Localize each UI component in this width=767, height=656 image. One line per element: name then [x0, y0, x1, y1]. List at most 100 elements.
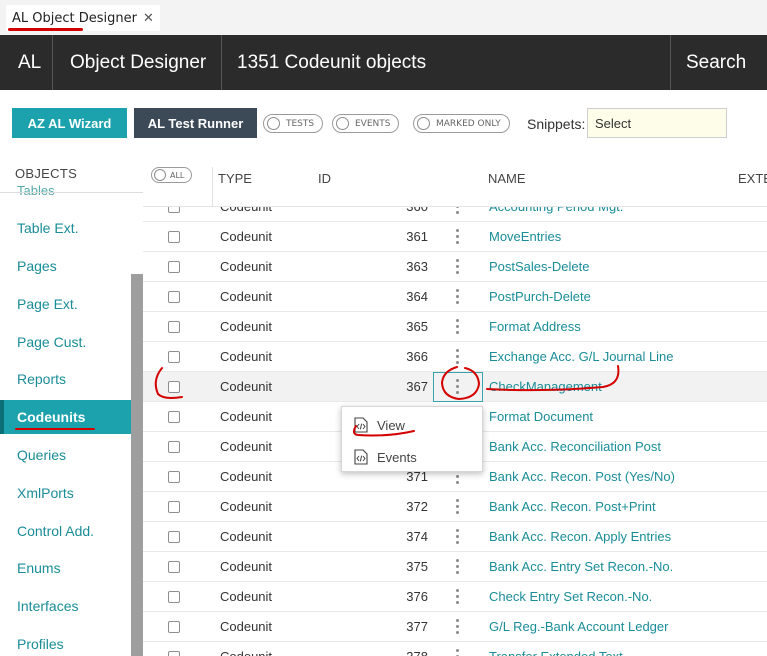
column-header-id[interactable]: ID [318, 171, 331, 186]
row-checkbox[interactable] [168, 501, 180, 513]
cell-name-link[interactable]: Transfer Extended Text [489, 649, 623, 656]
more-vertical-icon[interactable] [456, 528, 460, 546]
more-vertical-icon[interactable] [456, 258, 460, 276]
sidebar-item-xmlports[interactable]: XmlPorts [0, 476, 131, 510]
cell-name-link[interactable]: Check Entry Set Recon.-No. [489, 589, 652, 604]
sidebar-item-tables[interactable]: Tables [17, 183, 55, 198]
column-header-name[interactable]: NAME [488, 171, 526, 186]
table-row[interactable]: Codeunit 367 CheckManagement [143, 372, 767, 402]
cell-name-link[interactable]: Bank Acc. Entry Set Recon.-No. [489, 559, 673, 574]
table-row[interactable]: Codeunit 361 MoveEntries [143, 222, 767, 252]
context-menu-events[interactable]: Events [342, 441, 484, 473]
table-row[interactable]: Codeunit 366 Exchange Acc. G/L Journal Lin… [143, 342, 767, 372]
more-vertical-icon[interactable] [456, 498, 460, 516]
row-checkbox[interactable] [168, 231, 180, 243]
sidebar-item-queries[interactable]: Queries [0, 438, 131, 472]
context-menu-view[interactable]: View [342, 409, 484, 441]
sidebar-item-interfaces[interactable]: Interfaces [0, 589, 131, 623]
cell-name-link[interactable]: Exchange Acc. G/L Journal Line [489, 349, 674, 364]
table-row[interactable]: Codeunit 372 Bank Acc. Recon. Post+Print [143, 492, 767, 522]
cell-name-link[interactable]: Bank Acc. Recon. Post (Yes/No) [489, 469, 675, 484]
sidebar-item-profiles[interactable]: Profiles [0, 627, 131, 656]
table-row[interactable]: Codeunit 378 Transfer Extended Text [143, 642, 767, 656]
search-button[interactable]: Search [686, 35, 746, 90]
cell-type: Codeunit [220, 229, 273, 244]
cell-name-link[interactable]: Bank Acc. Recon. Post+Print [489, 499, 656, 514]
more-vertical-icon[interactable] [456, 588, 460, 606]
more-vertical-icon[interactable] [456, 318, 460, 336]
al-test-runner-button[interactable]: AL Test Runner [134, 108, 257, 138]
cell-name-link[interactable]: Bank Acc. Recon. Apply Entries [489, 529, 671, 544]
toggle-knob [417, 117, 430, 130]
sidebar-item-control-add[interactable]: Control Add. [0, 514, 131, 548]
cell-name-link[interactable]: Format Document [489, 409, 593, 424]
table-row[interactable]: Codeunit 375 Bank Acc. Entry Set Recon.-No… [143, 552, 767, 582]
more-vertical-icon[interactable] [456, 207, 460, 216]
sidebar-item-page-cust[interactable]: Page Cust. [0, 325, 131, 359]
cell-type: Codeunit [220, 259, 273, 274]
row-checkbox[interactable] [168, 351, 180, 363]
table-row[interactable]: Codeunit 374 Bank Acc. Recon. Apply Entrie… [143, 522, 767, 552]
sidebar-item-reports[interactable]: Reports [0, 362, 131, 396]
more-vertical-icon[interactable] [456, 558, 460, 576]
row-checkbox[interactable] [168, 321, 180, 333]
row-checkbox[interactable] [168, 207, 180, 213]
sidebar-item-pages[interactable]: Pages [0, 249, 131, 283]
more-vertical-icon[interactable] [456, 648, 460, 656]
sidebar-item-enums[interactable]: Enums [0, 551, 131, 585]
table-row[interactable]: Codeunit 377 G/L Reg.-Bank Account Ledger [143, 612, 767, 642]
cell-name-link[interactable]: Accounting Period Mgt. [489, 207, 623, 214]
column-header-extension[interactable]: EXTE [738, 171, 767, 186]
cell-id: 364 [406, 289, 428, 304]
cell-name-link[interactable]: CheckManagement [489, 379, 602, 394]
row-checkbox[interactable] [168, 531, 180, 543]
cell-id: 367 [406, 379, 428, 394]
cell-name-link[interactable]: Bank Acc. Reconciliation Post [489, 439, 661, 454]
more-vertical-icon[interactable] [456, 288, 460, 306]
marked-only-toggle[interactable]: MARKED ONLY [413, 114, 510, 133]
snippets-select[interactable]: Select [587, 108, 727, 138]
cell-name-link[interactable]: MoveEntries [489, 229, 561, 244]
events-toggle[interactable]: EVENTS [332, 114, 400, 133]
cell-id: 374 [406, 529, 428, 544]
az-al-wizard-button[interactable]: AZ AL Wizard [12, 108, 127, 138]
table-row[interactable]: Codeunit 364 PostPurch-Delete [143, 282, 767, 312]
more-vertical-icon[interactable] [456, 228, 460, 246]
row-checkbox[interactable] [168, 261, 180, 273]
row-checkbox[interactable] [168, 621, 180, 633]
cell-name-link[interactable]: G/L Reg.-Bank Account Ledger [489, 619, 668, 634]
more-vertical-icon[interactable] [456, 618, 460, 636]
row-checkbox[interactable] [168, 471, 180, 483]
column-header-type[interactable]: TYPE [218, 171, 252, 186]
row-checkbox[interactable] [168, 291, 180, 303]
cell-name-link[interactable]: PostPurch-Delete [489, 289, 591, 304]
table-row[interactable]: Codeunit 360 Accounting Period Mgt. [143, 207, 767, 222]
page-title: Object Designer [70, 51, 207, 73]
table-row[interactable]: Codeunit 363 PostSales-Delete [143, 252, 767, 282]
cell-type: Codeunit [220, 529, 273, 544]
row-checkbox[interactable] [168, 441, 180, 453]
sidebar-item-table-ext[interactable]: Table Ext. [0, 211, 131, 245]
cell-id: 361 [406, 229, 428, 244]
more-vertical-icon[interactable] [456, 348, 460, 366]
toggle-label: TESTS [286, 118, 315, 129]
cell-type: Codeunit [220, 439, 273, 454]
header-divider [221, 35, 222, 90]
table-row[interactable]: Codeunit 376 Check Entry Set Recon.-No. [143, 582, 767, 612]
row-checkbox[interactable] [168, 411, 180, 423]
all-toggle[interactable]: ALL [151, 167, 192, 183]
sidebar-item-page-ext[interactable]: Page Ext. [0, 287, 131, 321]
row-checkbox[interactable] [168, 561, 180, 573]
row-checkbox[interactable] [168, 651, 180, 656]
close-icon[interactable]: ✕ [143, 11, 154, 26]
row-checkbox[interactable] [168, 381, 180, 393]
tests-toggle[interactable]: TESTS [263, 114, 324, 133]
table-row[interactable]: Codeunit 365 Format Address [143, 312, 767, 342]
header-bar: AL Object Designer 1351 Codeunit objects… [0, 35, 767, 90]
more-vertical-icon[interactable] [456, 378, 460, 396]
sidebar-scrollbar[interactable] [131, 274, 143, 656]
row-checkbox[interactable] [168, 591, 180, 603]
cell-type: Codeunit [220, 319, 273, 334]
cell-name-link[interactable]: Format Address [489, 319, 581, 334]
cell-name-link[interactable]: PostSales-Delete [489, 259, 589, 274]
